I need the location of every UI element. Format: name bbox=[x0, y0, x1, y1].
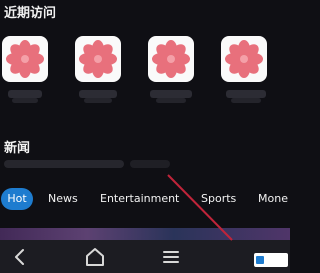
news-headline-placeholder-2 bbox=[130, 160, 170, 168]
logo-icon bbox=[256, 256, 264, 264]
recent-site-sublabel-4 bbox=[231, 98, 261, 103]
tab-entertainment[interactable]: Entertainment bbox=[100, 188, 179, 210]
recent-site-sublabel-2 bbox=[84, 98, 112, 103]
recent-visits-grid bbox=[0, 36, 290, 116]
menu-icon bbox=[163, 251, 179, 263]
recent-site-sublabel-1 bbox=[12, 98, 38, 103]
watermark-logo bbox=[254, 253, 288, 267]
bottom-navigation-bar bbox=[0, 240, 290, 273]
flower-icon bbox=[225, 40, 263, 78]
recent-site-tile-1[interactable] bbox=[2, 36, 48, 82]
back-icon bbox=[15, 249, 24, 265]
flower-icon bbox=[79, 40, 117, 78]
home-button[interactable] bbox=[82, 244, 108, 270]
recent-site-label-3 bbox=[150, 90, 192, 98]
recent-site-tile-3[interactable] bbox=[148, 36, 194, 82]
news-category-tabs: Hot News Entertainment Sports Mone bbox=[0, 188, 290, 210]
back-button[interactable] bbox=[7, 244, 33, 270]
menu-button[interactable] bbox=[158, 244, 184, 270]
flower-icon bbox=[6, 40, 44, 78]
tab-news[interactable]: News bbox=[48, 188, 78, 210]
recent-site-label-4 bbox=[226, 90, 266, 98]
tab-money[interactable]: Mone bbox=[258, 188, 288, 210]
news-thumbnail-strip[interactable] bbox=[0, 228, 290, 240]
recent-visits-title: 近期访问 bbox=[4, 6, 57, 21]
recent-site-label-2 bbox=[79, 90, 117, 98]
news-section-title: 新闻 bbox=[4, 141, 31, 156]
recent-site-tile-4[interactable] bbox=[221, 36, 267, 82]
recent-site-label-1 bbox=[8, 90, 42, 98]
tab-hot[interactable]: Hot bbox=[1, 188, 33, 210]
recent-site-tile-2[interactable] bbox=[75, 36, 121, 82]
flower-icon bbox=[152, 40, 190, 78]
tab-sports[interactable]: Sports bbox=[201, 188, 236, 210]
home-icon bbox=[86, 248, 104, 266]
news-headline-placeholder bbox=[4, 160, 124, 168]
recent-site-sublabel-3 bbox=[156, 98, 186, 103]
